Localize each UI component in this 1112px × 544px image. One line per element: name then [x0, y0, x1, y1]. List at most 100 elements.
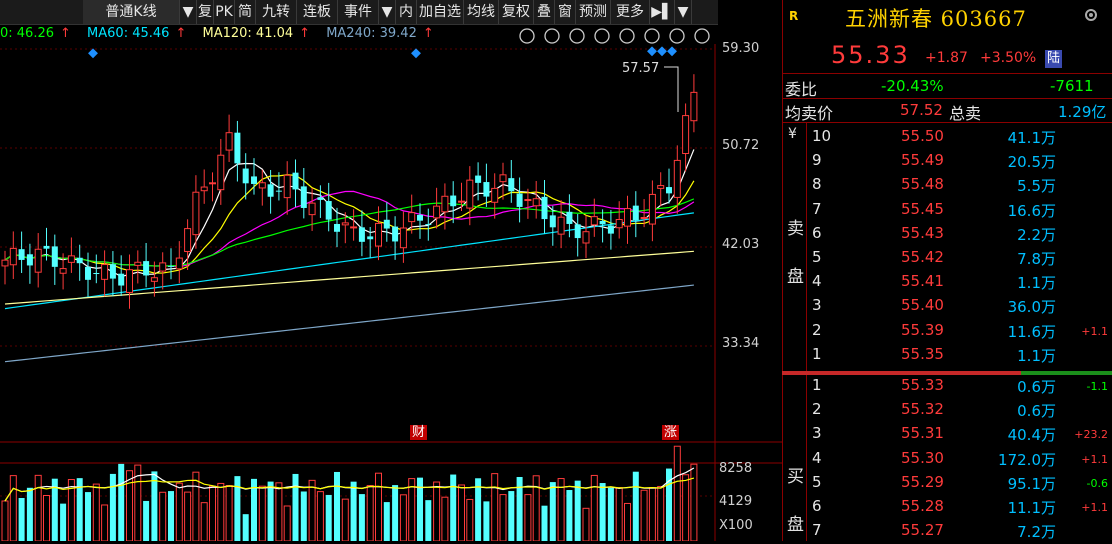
buy-order-row[interactable]: 6 55.28 11.1万 +1.1 — [782, 497, 1112, 520]
toolbar-item[interactable]: 预测 — [576, 0, 611, 24]
candlestick — [690, 74, 698, 133]
volume-bar — [151, 471, 158, 541]
sell-order-row[interactable]: 7 55.45 16.6万 — [782, 200, 1112, 223]
toolbar-item[interactable]: 复权 — [499, 0, 534, 24]
candlestick — [300, 168, 307, 219]
order-change: -1.1 — [1086, 380, 1108, 393]
quote-panel: R 五洲新春 603667 55.33 +1.87 +3.50% 陆 委比 -2… — [782, 0, 1112, 541]
order-price: 55.29 — [901, 472, 944, 491]
order-price: 55.45 — [901, 199, 944, 218]
undo-icon[interactable] — [593, 27, 611, 45]
divider — [782, 98, 1112, 99]
order-change: +1.1 — [1081, 324, 1108, 338]
toolbar-item[interactable]: ▼ — [675, 0, 692, 24]
toolbar-item[interactable]: 普通K线 — [83, 0, 180, 24]
candlestick — [85, 252, 91, 297]
order-price: 55.48 — [901, 175, 944, 194]
candlestick — [234, 120, 241, 182]
candlestick — [682, 103, 690, 172]
play-circle-icon[interactable] — [568, 27, 586, 45]
volume-bar — [18, 497, 25, 541]
buy-order-row[interactable]: 3 55.31 40.4万 +23.2 — [782, 424, 1112, 447]
sell-order-row[interactable]: 5 55.42 7.8万 — [782, 248, 1112, 271]
candlestick — [425, 208, 432, 241]
sell-order-row[interactable]: 3 55.40 36.0万 — [782, 296, 1112, 319]
order-change: -0.6 — [1086, 476, 1108, 490]
toolbar-item[interactable]: ▶▌ — [650, 0, 675, 24]
candlestick — [491, 173, 499, 219]
toolbar-item[interactable]: 内 — [396, 0, 417, 24]
candlestick — [200, 169, 208, 204]
toolbar-item[interactable]: 更多 — [611, 0, 650, 24]
volume-bar — [109, 473, 116, 541]
candlestick — [51, 234, 58, 285]
volume-bar — [441, 496, 449, 541]
y-axis-label: 50.72 — [722, 138, 760, 153]
back-circle-icon[interactable] — [543, 27, 561, 45]
earnings-event-marker[interactable]: 财 — [410, 425, 428, 440]
toolbar-item[interactable]: 事件 — [338, 0, 379, 24]
sell-order-row[interactable]: 6 55.43 2.2万 — [782, 224, 1112, 247]
candlestick — [34, 233, 42, 288]
volume-bar — [483, 501, 490, 541]
y-axis-label: 33.34 — [722, 336, 760, 351]
order-level: 5 — [812, 472, 822, 491]
ma60-label: MA60: 45.46 ↑ — [87, 26, 187, 41]
order-level: 4 — [812, 272, 822, 291]
sell-order-row[interactable]: 8 55.48 5.5万 — [782, 175, 1112, 198]
limit-up-event-marker[interactable]: 涨 — [662, 425, 680, 440]
toolbar-item[interactable]: 连板 — [297, 0, 338, 24]
eye-icon[interactable] — [518, 27, 536, 45]
volume-axis-label: 4129 — [719, 494, 753, 509]
event-diamond-icon — [647, 46, 657, 57]
order-volume: 7.2万 — [1017, 523, 1056, 542]
volume-bar — [508, 491, 515, 541]
sell-order-row[interactable]: 4 55.41 1.1万 — [782, 272, 1112, 295]
order-price: 55.28 — [901, 497, 944, 515]
sell-order-row[interactable]: 10 55.50 41.1万 — [782, 127, 1112, 150]
order-volume: 7.8万 — [1017, 250, 1056, 268]
toolbar-item[interactable]: 复 — [197, 0, 214, 24]
volume-bar — [209, 485, 216, 541]
toolbar-item[interactable]: 叠 — [534, 0, 555, 24]
settings-gear-icon[interactable] — [1083, 7, 1099, 27]
zoom-in-icon[interactable] — [668, 27, 686, 45]
toolbar-item[interactable]: 均线 — [464, 0, 499, 24]
volume-bar — [118, 463, 125, 541]
volume-bar — [9, 475, 17, 541]
candlestick — [624, 195, 631, 244]
sell-order-row[interactable]: 1 55.35 1.1万 — [782, 345, 1112, 368]
scissors-icon[interactable] — [618, 27, 636, 45]
volume-bar — [258, 485, 266, 541]
volume-bar — [566, 490, 573, 541]
toolbar-item[interactable]: 九转 — [256, 0, 297, 24]
buy-order-row[interactable]: 4 55.30 172.0万 +1.1 — [782, 449, 1112, 472]
buy-order-row[interactable]: 1 55.33 0.6万 -1.1 — [782, 376, 1112, 399]
volume-bar — [408, 478, 416, 541]
sell-order-row[interactable]: 2 55.39 11.6万 +1.1 — [782, 321, 1112, 344]
event-diamond-icon — [667, 46, 677, 57]
buy-order-row[interactable]: 2 55.32 0.6万 — [782, 400, 1112, 423]
order-level: 6 — [812, 497, 822, 515]
toolbar-item[interactable]: ▼ — [180, 0, 197, 24]
lock-icon[interactable] — [643, 27, 661, 45]
zoom-out-icon[interactable] — [693, 27, 711, 45]
order-volume: 41.1万 — [1007, 129, 1056, 147]
toolbar-item[interactable]: 窗 — [555, 0, 576, 24]
candlestick — [632, 191, 639, 238]
candlestick — [150, 261, 158, 297]
buy-order-row[interactable]: 5 55.29 95.1万 -0.6 — [782, 473, 1112, 496]
event-diamond-icon — [657, 46, 667, 57]
toolbar-item[interactable]: ▼ — [379, 0, 396, 24]
kline-chart[interactable] — [0, 44, 782, 541]
volume-bar — [383, 502, 390, 541]
volume-bar — [200, 502, 208, 541]
toolbar-item[interactable]: 加自选 — [417, 0, 464, 24]
toolbar-item[interactable]: PK — [214, 0, 235, 24]
volume-bar — [599, 483, 606, 541]
volume-bar — [316, 491, 324, 541]
toolbar-item[interactable]: 简 — [235, 0, 256, 24]
volume-bar — [184, 491, 192, 541]
volume-bar — [607, 487, 614, 541]
sell-order-row[interactable]: 9 55.49 20.5万 — [782, 151, 1112, 174]
